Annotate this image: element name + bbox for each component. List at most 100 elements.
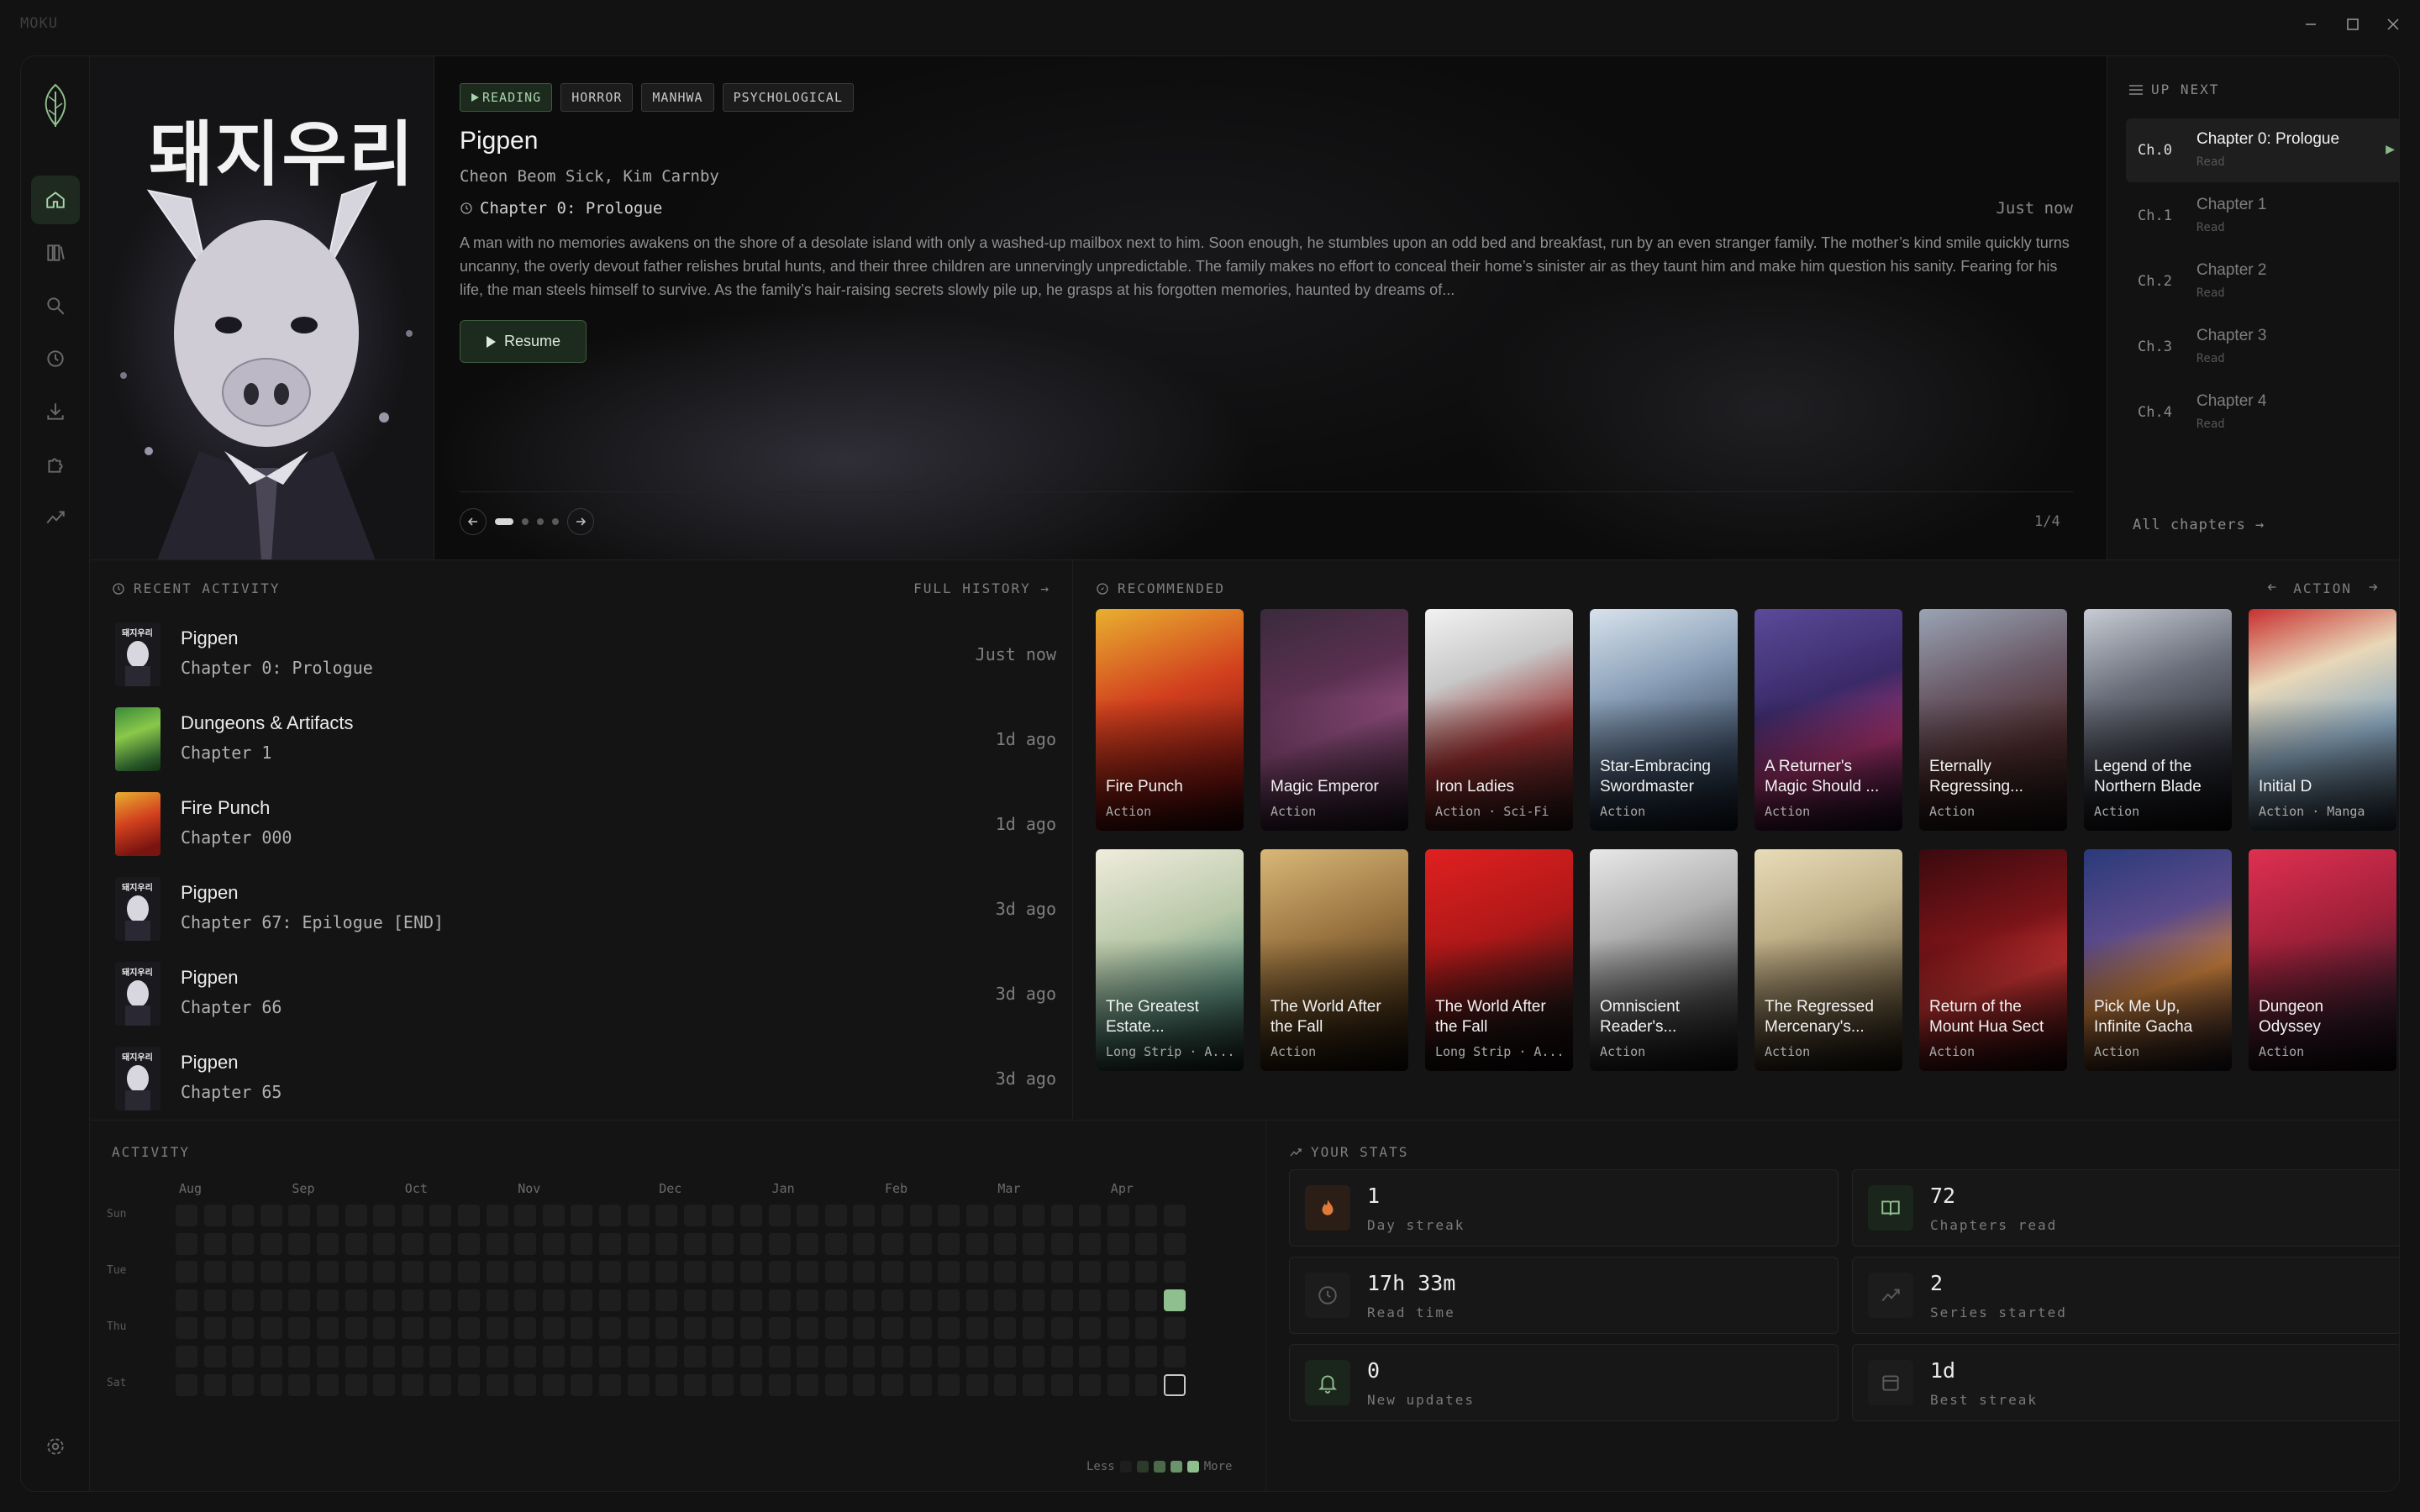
heatmap-cell[interactable] — [542, 1232, 565, 1255]
heatmap-cell[interactable] — [1164, 1373, 1186, 1396]
heatmap-cell[interactable] — [768, 1261, 791, 1284]
heatmap-cell[interactable] — [514, 1373, 537, 1396]
heatmap-cell[interactable] — [288, 1205, 311, 1226]
heatmap-cell[interactable] — [881, 1289, 903, 1311]
heatmap-cell[interactable] — [1023, 1205, 1044, 1226]
heatmap-cell[interactable] — [571, 1346, 593, 1368]
heatmap-cell[interactable] — [1050, 1205, 1073, 1226]
heatmap-cell[interactable] — [909, 1261, 932, 1284]
heatmap-cell[interactable] — [345, 1205, 367, 1226]
heatmap-cell[interactable] — [345, 1289, 367, 1311]
nav-search[interactable] — [31, 281, 80, 330]
heatmap-cell[interactable] — [571, 1317, 593, 1340]
heatmap-cell[interactable] — [909, 1373, 932, 1396]
heatmap-cell[interactable] — [260, 1289, 282, 1311]
heatmap-cell[interactable] — [655, 1346, 678, 1368]
heatmap-cell[interactable] — [797, 1317, 819, 1340]
heatmap-cell[interactable] — [429, 1373, 452, 1396]
heatmap-cell[interactable] — [317, 1205, 339, 1226]
heatmap-cell[interactable] — [824, 1261, 847, 1284]
heatmap-cell[interactable] — [514, 1317, 537, 1340]
nav-library[interactable] — [31, 228, 80, 277]
heatmap-cell[interactable] — [965, 1317, 988, 1340]
up-next-item[interactable]: Ch.0 Chapter 0: Prologue Read ▶ — [2126, 118, 2399, 182]
heatmap-cell[interactable] — [712, 1346, 734, 1368]
heatmap-cell[interactable] — [203, 1346, 226, 1368]
up-next-item[interactable]: Ch.2 Chapter 2 Read — [2126, 249, 2399, 313]
heatmap-cell[interactable] — [232, 1261, 255, 1284]
heatmap-cell[interactable] — [994, 1261, 1017, 1284]
heatmap-cell[interactable] — [571, 1232, 593, 1255]
heatmap-cell[interactable] — [599, 1317, 621, 1340]
all-chapters-link[interactable]: All chapters → — [2133, 517, 2265, 533]
heatmap-cell[interactable] — [401, 1261, 424, 1284]
heatmap-cell[interactable] — [909, 1232, 932, 1255]
heatmap-cell[interactable] — [824, 1373, 847, 1396]
heatmap-cell[interactable] — [853, 1317, 876, 1340]
heatmap-cell[interactable] — [627, 1232, 650, 1255]
heatmap-cell[interactable] — [429, 1346, 452, 1368]
heatmap-cell[interactable] — [1164, 1346, 1186, 1368]
heatmap-cell[interactable] — [1107, 1289, 1129, 1311]
heatmap-cell[interactable] — [1023, 1373, 1044, 1396]
heatmap-cell[interactable] — [1079, 1373, 1102, 1396]
heatmap-cell[interactable] — [1023, 1232, 1044, 1255]
recent-item[interactable]: 돼지우리 Pigpen Chapter 65 3d ago — [115, 1038, 1056, 1114]
heatmap-cell[interactable] — [655, 1317, 678, 1340]
heatmap-cell[interactable] — [429, 1261, 452, 1284]
heatmap-cell[interactable] — [712, 1289, 734, 1311]
up-next-item[interactable]: Ch.1 Chapter 1 Read — [2126, 184, 2399, 248]
heatmap-cell[interactable] — [1135, 1289, 1158, 1311]
recent-item[interactable]: Dungeons & Artifacts Chapter 1 1d ago — [115, 699, 1056, 774]
heatmap-cell[interactable] — [1079, 1317, 1102, 1340]
heatmap-cell[interactable] — [176, 1317, 197, 1340]
heatmap-cell[interactable] — [1050, 1317, 1073, 1340]
tag-reading[interactable]: READING — [460, 83, 553, 112]
heatmap-cell[interactable] — [176, 1373, 197, 1396]
heatmap-cell[interactable] — [429, 1232, 452, 1255]
heatmap-cell[interactable] — [1050, 1289, 1073, 1311]
heatmap-cell[interactable] — [486, 1373, 508, 1396]
heatmap-cell[interactable] — [260, 1346, 282, 1368]
carousel-next-button[interactable] — [567, 508, 594, 535]
heatmap-cell[interactable] — [345, 1346, 367, 1368]
heatmap-cell[interactable] — [1023, 1289, 1044, 1311]
heatmap-cell[interactable] — [458, 1205, 480, 1226]
recommendation-card[interactable]: The World After the Fall Action — [1260, 849, 1408, 1071]
recommendation-card[interactable]: Fire Punch Action — [1096, 609, 1244, 831]
heatmap-cell[interactable] — [627, 1346, 650, 1368]
heatmap-cell[interactable] — [768, 1205, 791, 1226]
heatmap-cell[interactable] — [317, 1289, 339, 1311]
recent-item[interactable]: 돼지우리 Pigpen Chapter 0: Prologue Just now — [115, 614, 1056, 690]
heatmap-cell[interactable] — [571, 1261, 593, 1284]
recommendation-card[interactable]: A Returner's Magic Should ... Action — [1754, 609, 1902, 831]
heatmap-cell[interactable] — [627, 1205, 650, 1226]
heatmap-cell[interactable] — [458, 1232, 480, 1255]
heatmap-cell[interactable] — [683, 1289, 706, 1311]
heatmap-cell[interactable] — [599, 1289, 621, 1311]
heatmap-cell[interactable] — [797, 1205, 819, 1226]
heatmap-cell[interactable] — [938, 1317, 960, 1340]
heatmap-cell[interactable] — [768, 1373, 791, 1396]
heatmap-cell[interactable] — [1079, 1261, 1102, 1284]
play-icon[interactable]: ▶ — [2386, 140, 2395, 158]
heatmap-cell[interactable] — [401, 1373, 424, 1396]
close-button[interactable] — [2378, 12, 2408, 37]
heatmap-cell[interactable] — [429, 1205, 452, 1226]
heatmap-cell[interactable] — [797, 1289, 819, 1311]
heatmap-cell[interactable] — [712, 1261, 734, 1284]
heatmap-cell[interactable] — [768, 1289, 791, 1311]
heatmap-cell[interactable] — [1135, 1261, 1158, 1284]
heatmap-cell[interactable] — [514, 1346, 537, 1368]
heatmap-cell[interactable] — [571, 1289, 593, 1311]
heatmap-cell[interactable] — [909, 1317, 932, 1340]
heatmap-cell[interactable] — [1079, 1346, 1102, 1368]
heatmap-cell[interactable] — [909, 1346, 932, 1368]
recommendation-card[interactable]: Star-Embracing Swordmaster Action — [1590, 609, 1738, 831]
heatmap-cell[interactable] — [1107, 1346, 1129, 1368]
heatmap-cell[interactable] — [373, 1346, 396, 1368]
nav-settings[interactable] — [31, 1422, 80, 1471]
heatmap-cell[interactable] — [655, 1373, 678, 1396]
resume-button[interactable]: Resume — [460, 320, 587, 363]
heatmap-cell[interactable] — [994, 1205, 1017, 1226]
